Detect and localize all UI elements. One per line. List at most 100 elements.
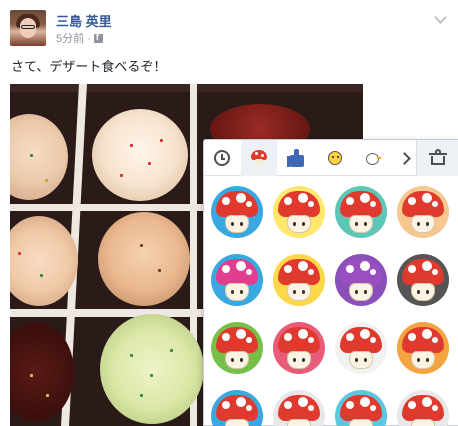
mushroom-spot	[432, 201, 438, 207]
mushroom-spot	[346, 333, 354, 341]
sticker-item[interactable]	[270, 319, 328, 377]
mushroom-spot	[236, 329, 246, 339]
mushroom-face	[225, 215, 249, 233]
tab-bird-pack[interactable]	[354, 140, 390, 176]
sticker-item[interactable]	[208, 183, 266, 241]
mushroom-spot	[422, 261, 432, 271]
post-timestamp[interactable]: 5分前 ·	[56, 30, 91, 46]
mushroom-spot	[236, 261, 246, 271]
sticker-item[interactable]	[394, 387, 452, 426]
mushroom-spot	[346, 265, 354, 273]
sticker-item[interactable]	[394, 319, 452, 377]
facebook-icon[interactable]	[93, 32, 103, 43]
mushroom-face	[411, 215, 435, 233]
mushroom-spot	[370, 269, 376, 275]
mushroom-spot	[298, 397, 308, 407]
mushroom-eye	[302, 222, 305, 226]
mushroom-spot	[284, 333, 292, 341]
mushroom-spot	[360, 397, 370, 407]
mushroom-eye	[417, 290, 420, 294]
mushroom-spot	[422, 193, 432, 203]
mushroom-eye	[240, 290, 243, 294]
mushroom-spot	[298, 329, 308, 339]
mushroom-face	[287, 351, 311, 369]
mushroom-face	[411, 419, 435, 426]
post-meta: 5分前 ·	[56, 30, 103, 46]
mushroom-spot	[408, 197, 416, 205]
sticker-store-icon	[429, 149, 447, 165]
mushroom-eye	[426, 358, 429, 362]
mushroom-face	[287, 283, 311, 301]
mushroom-spot	[308, 405, 314, 411]
mushroom-spot	[432, 337, 438, 343]
sprinkle	[150, 374, 153, 377]
mushroom-face	[411, 351, 435, 369]
sticker-item[interactable]	[332, 251, 390, 309]
sticker-item[interactable]	[332, 183, 390, 241]
mushroom-face	[287, 215, 311, 233]
mushroom-spot	[246, 201, 252, 207]
sticker-item[interactable]	[332, 319, 390, 377]
feed-post: 三島 英里 5分前 · さて、デザート食べるぞ！	[0, 0, 458, 426]
mushroom-spot	[360, 193, 370, 203]
sticker-item[interactable]	[208, 319, 266, 377]
mushroom-eye	[417, 358, 420, 362]
sprinkle	[40, 274, 43, 277]
mushroom-spot	[370, 405, 376, 411]
mushroom-face	[349, 351, 373, 369]
sticker-grid	[204, 177, 458, 426]
mushroom-eye	[426, 290, 429, 294]
mushroom-spot	[408, 333, 416, 341]
sprinkle	[170, 349, 173, 352]
mushroom-spot	[222, 333, 230, 341]
sticker-item[interactable]	[394, 251, 452, 309]
sticker-item[interactable]	[270, 251, 328, 309]
mushroom-spot	[222, 265, 230, 273]
sticker-item[interactable]	[270, 387, 328, 426]
mushroom-icon	[250, 149, 268, 167]
sprinkle	[130, 354, 133, 357]
mushroom-eye	[231, 290, 234, 294]
chevron-right-icon[interactable]	[394, 140, 414, 176]
mushroom-eye	[364, 290, 367, 294]
tab-recent[interactable]	[204, 140, 240, 176]
mushroom-spot	[284, 265, 292, 273]
chevron-down-icon[interactable]	[434, 12, 446, 24]
mushroom-spot	[246, 269, 252, 275]
mushroom-spot	[346, 401, 354, 409]
author-name[interactable]: 三島 英里	[56, 11, 112, 30]
sticker-item[interactable]	[208, 251, 266, 309]
mushroom-spot	[308, 337, 314, 343]
mushroom-face	[225, 419, 249, 426]
cupcake	[98, 212, 190, 306]
sticker-item[interactable]	[208, 387, 266, 426]
mushroom-spot	[236, 397, 246, 407]
mushroom-spot	[422, 329, 432, 339]
sprinkle	[45, 179, 48, 182]
mushroom-spot	[370, 201, 376, 207]
mushroom-spot	[422, 397, 432, 407]
sticker-item[interactable]	[394, 183, 452, 241]
mushroom-spot	[360, 329, 370, 339]
thumbs-up-icon	[287, 148, 307, 168]
tab-mushroom-pack[interactable]	[241, 140, 277, 176]
author-avatar[interactable]	[10, 10, 46, 46]
mushroom-spot	[370, 337, 376, 343]
clock-icon	[214, 150, 230, 166]
mushroom-spot	[298, 261, 308, 271]
character-icon	[325, 148, 345, 168]
sticker-item[interactable]	[332, 387, 390, 426]
sticker-store-button[interactable]	[416, 140, 458, 176]
mushroom-eye	[364, 222, 367, 226]
sprinkle	[30, 154, 33, 157]
sprinkle	[158, 269, 161, 272]
mushroom-spot	[284, 197, 292, 205]
mushroom-spot	[308, 201, 314, 207]
sticker-item[interactable]	[270, 183, 328, 241]
mushroom-spot	[432, 405, 438, 411]
mushroom-eye	[231, 222, 234, 226]
tab-like-pack[interactable]	[279, 140, 315, 176]
mushroom-spot	[236, 193, 246, 203]
sprinkle	[130, 144, 133, 147]
tab-character-pack[interactable]	[317, 140, 353, 176]
